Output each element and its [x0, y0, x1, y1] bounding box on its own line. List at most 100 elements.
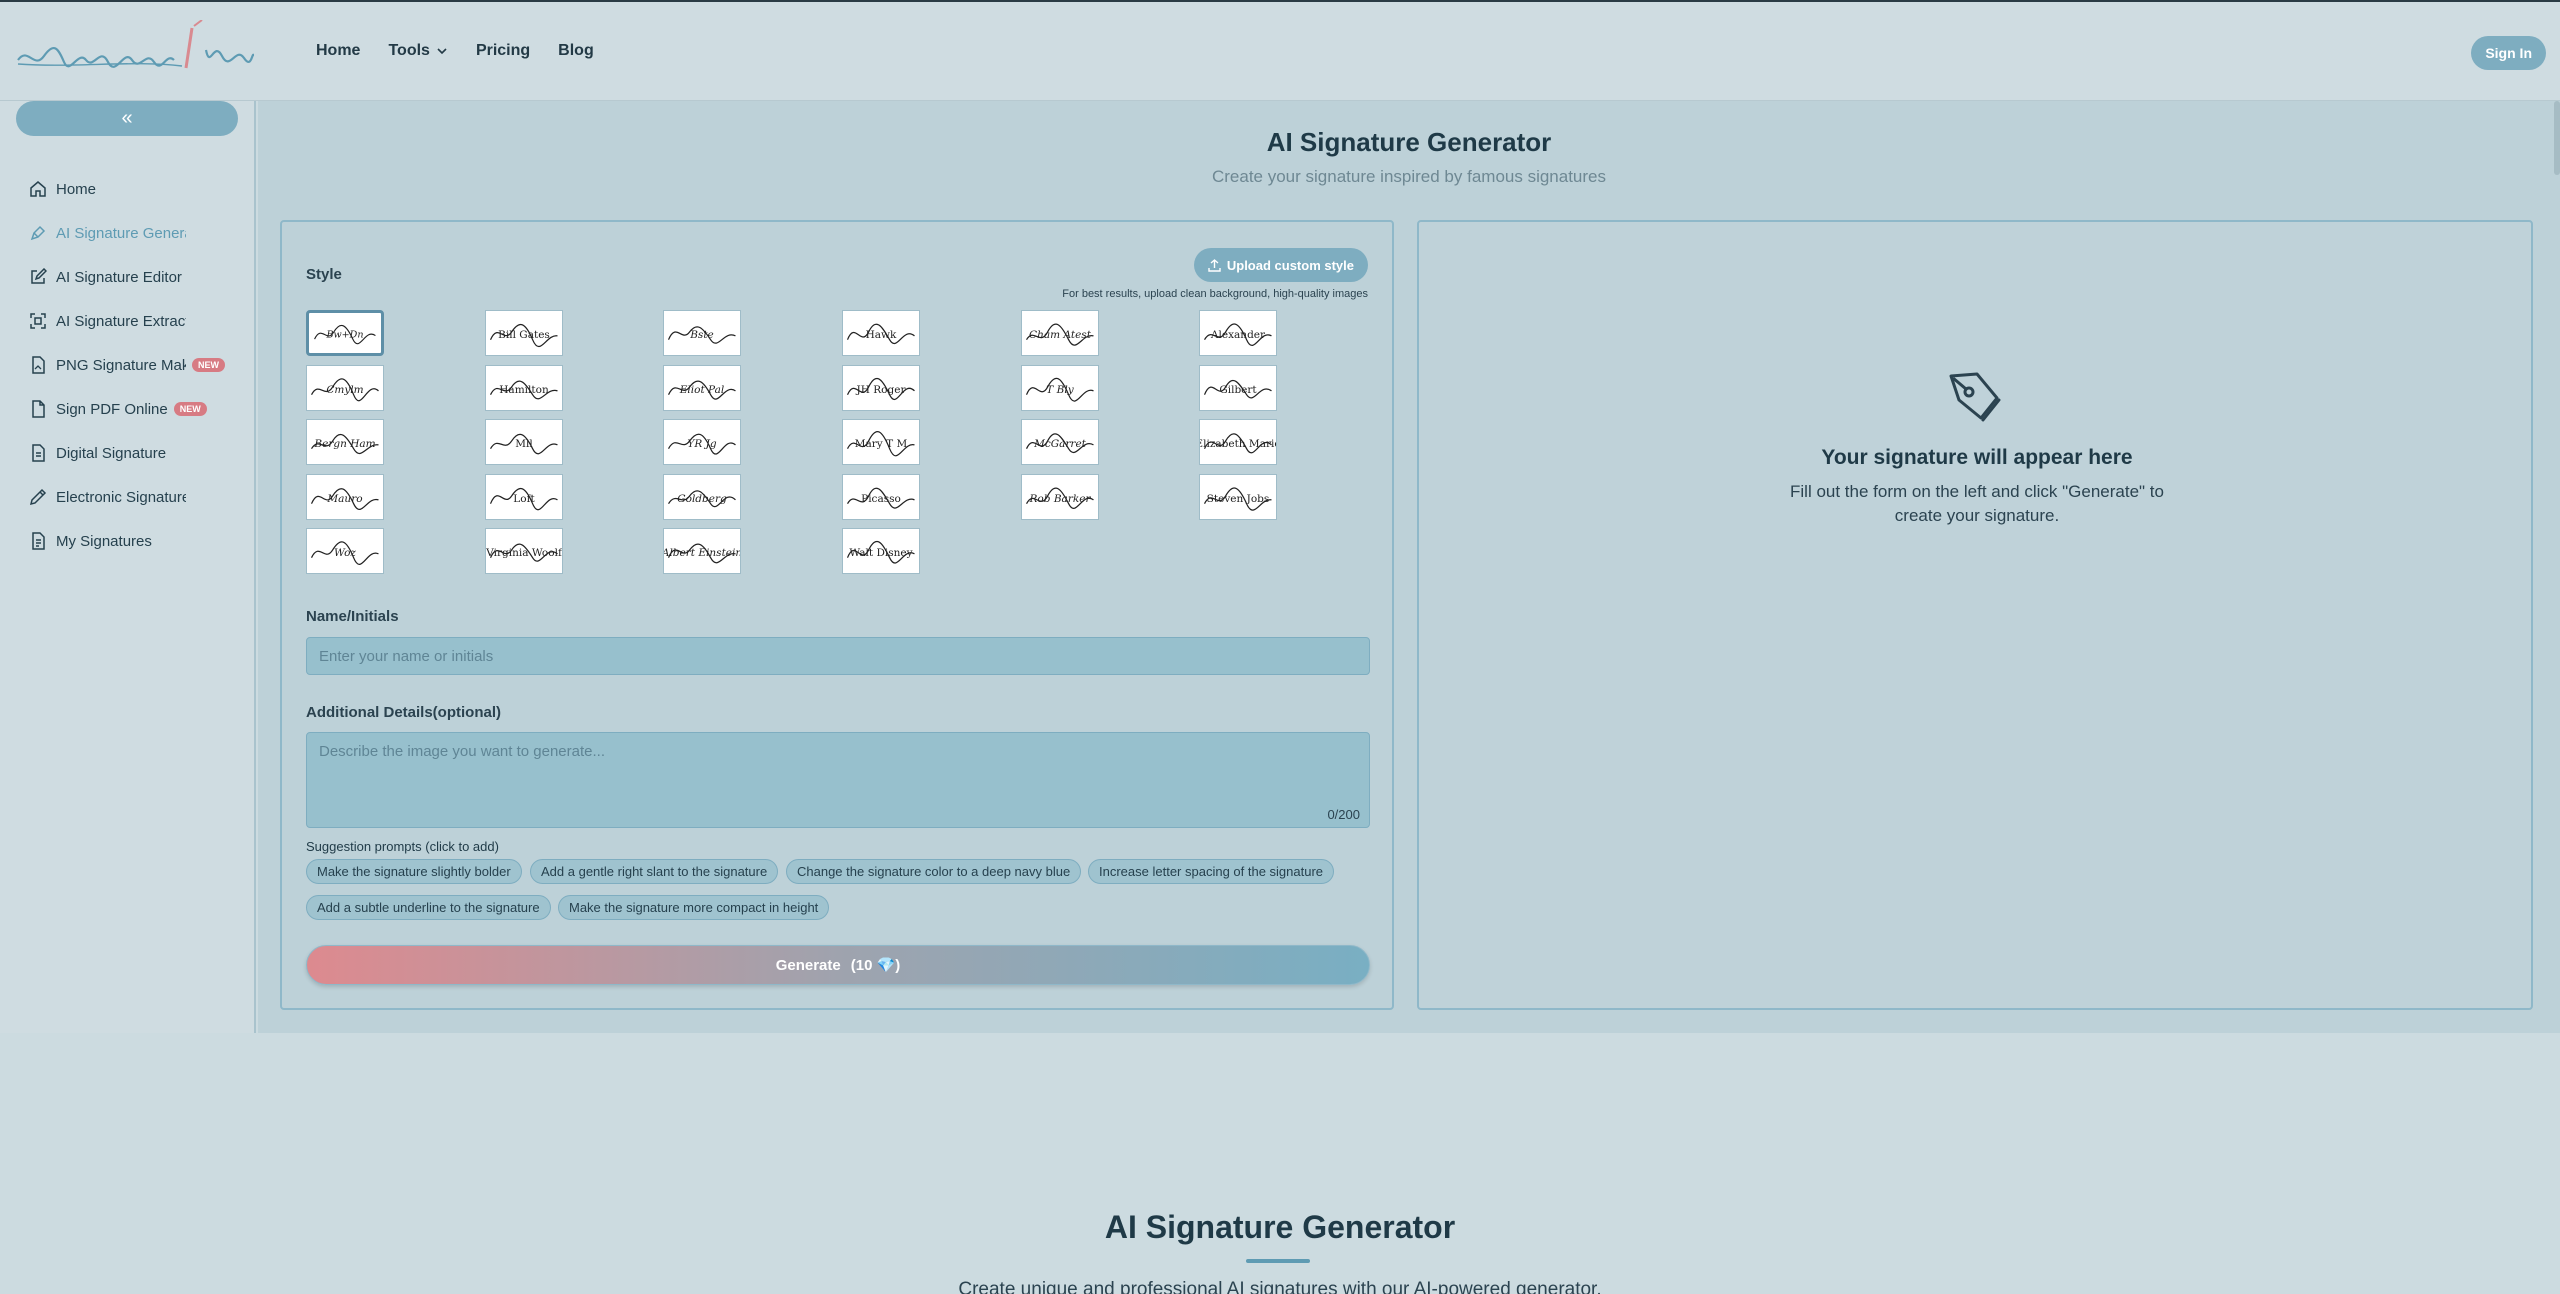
sidebar-collapse-button[interactable]: « [16, 101, 238, 136]
style-thumbnail[interactable]: Virginia Woolf [485, 528, 563, 574]
nav-blog-label: Blog [558, 42, 594, 59]
style-thumbnail[interactable]: Picasso [842, 474, 920, 520]
nav-pricing[interactable]: Pricing [476, 42, 530, 60]
intro-section: AI Signature Generator Create unique and… [0, 1033, 2560, 1294]
svg-text:Picasso: Picasso [861, 493, 901, 505]
sidebar-item-digital-signature[interactable]: Digital Signature [28, 431, 238, 475]
suggestion-chip[interactable]: Make the signature more compact in heigh… [558, 895, 830, 920]
style-thumbnail[interactable]: Hawk [842, 310, 920, 356]
svg-text:McGarret: McGarret [1033, 438, 1087, 450]
file-icon [28, 399, 48, 419]
sidebar-item-home[interactable]: Home [28, 167, 238, 211]
style-thumbnail[interactable]: Hamilton [485, 365, 563, 411]
signature-sample-image: Bergn Ham [310, 433, 379, 455]
style-thumbnail[interactable]: Rob Barker [1021, 474, 1099, 520]
sign-in-button[interactable]: Sign In [2471, 36, 2546, 70]
upload-icon [1208, 258, 1221, 272]
signature-sample-image: Mary T M [846, 431, 915, 457]
pen-nib-icon [1949, 372, 2001, 422]
style-thumbnail[interactable]: Bw+Dn [306, 310, 384, 356]
signature-sample-image: JH Roger [846, 377, 915, 401]
svg-text:Gilbert: Gilbert [1219, 384, 1257, 396]
svg-text:Bill Gates: Bill Gates [498, 329, 550, 341]
top-nav: Home Tools Pricing Blog [316, 42, 622, 60]
style-thumbnail[interactable]: Bste [663, 310, 741, 356]
sidebar-list: Home AI Signature Generator AI Signature… [28, 167, 238, 563]
sidebar-item-electronic-signature[interactable]: Electronic Signature [28, 475, 238, 519]
logo-signature-mark [17, 19, 256, 69]
svg-text:Walt Disney: Walt Disney [849, 547, 912, 559]
suggestion-chip[interactable]: Increase letter spacing of the signature [1088, 859, 1335, 884]
style-thumbnail[interactable]: Loft [485, 474, 563, 520]
style-thumbnail[interactable]: McGarret [1021, 419, 1099, 465]
sidebar: « Home AI Signature Generator AI Signatu… [0, 101, 256, 1033]
style-thumbnail[interactable]: Bergn Ham [306, 419, 384, 465]
sidebar-item-my-signatures[interactable]: My Signatures [28, 519, 238, 563]
nav-blog[interactable]: Blog [558, 42, 594, 60]
style-thumbnail[interactable]: YR Jg [663, 419, 741, 465]
style-thumbnail[interactable]: JH Roger [842, 365, 920, 411]
signature-sample-image: Woz [310, 541, 379, 565]
suggestion-chip[interactable]: Make the signature slightly bolder [306, 859, 522, 884]
char-counter: 0/200 [1327, 807, 1360, 822]
signature-sample-image: Hawk [846, 323, 915, 345]
signature-sample-image: T Bly [1025, 377, 1094, 402]
style-thumbnail[interactable]: Cham Atest [1021, 310, 1099, 356]
style-thumbnail[interactable]: Walt Disney [842, 528, 920, 574]
style-thumbnail[interactable]: Mary T M [842, 419, 920, 465]
sidebar-item-ai-signature-generator[interactable]: AI Signature Generator [28, 211, 238, 255]
svg-text:Mauro: Mauro [326, 493, 362, 505]
edit-icon [28, 267, 48, 287]
signature-sample-image: Cmylm [310, 378, 379, 402]
name-input[interactable] [306, 637, 1370, 675]
style-thumbnail[interactable]: Mll [485, 419, 563, 465]
style-thumbnail[interactable]: Bill Gates [485, 310, 563, 356]
style-thumbnail[interactable]: Elizabeth Marie [1199, 419, 1277, 465]
sidebar-item-ai-signature-editor[interactable]: AI Signature Editor [28, 255, 238, 299]
nav-tools-label: Tools [388, 42, 430, 59]
chevron-down-icon [437, 48, 447, 55]
signature-sample-image: Rob Barker [1025, 487, 1094, 509]
upload-button-label: Upload custom style [1226, 257, 1354, 273]
nav-tools[interactable]: Tools [388, 42, 447, 60]
generate-credits: (10 💎) [850, 957, 901, 974]
sidebar-item-label: AI Signature Extractor [56, 312, 186, 330]
svg-text:JH Roger: JH Roger [856, 384, 907, 396]
signature-sample-image: YR Jg [667, 433, 736, 455]
nav-home[interactable]: Home [316, 42, 360, 60]
style-thumbnail[interactable]: Cmylm [306, 365, 384, 411]
sidebar-item-label: My Signatures [56, 532, 152, 550]
signature-sample-image: Eliot Pal [667, 380, 736, 400]
svg-text:Elizabeth Marie: Elizabeth Marie [1200, 438, 1276, 450]
style-thumbnail[interactable]: Mauro [306, 474, 384, 520]
generate-button[interactable]: Generate (10 💎) [306, 945, 1370, 985]
signature-sample-image: Picasso [846, 487, 915, 509]
result-panel: Your signature will appear here Fill out… [1417, 220, 2533, 1010]
signature-sample-image: Bw+Dn [314, 324, 376, 345]
signature-sample-image: Cham Atest [1025, 323, 1094, 346]
style-thumbnail[interactable]: Gilbert [1199, 365, 1277, 411]
style-thumbnail[interactable]: Goldberg [663, 474, 741, 520]
upload-custom-style-button[interactable]: Upload custom style [1193, 248, 1368, 282]
style-thumbnail[interactable]: T Bly [1021, 365, 1099, 411]
signature-sample-image: Hamilton [489, 380, 558, 400]
sidebar-item-ai-signature-extractor[interactable]: AI Signature Extractor [28, 299, 238, 343]
sidebar-item-png-signature-maker[interactable]: PNG Signature Maker NEW [28, 343, 238, 387]
style-thumbnail[interactable]: Woz [306, 528, 384, 574]
suggestion-chip[interactable]: Add a subtle underline to the signature [306, 895, 551, 920]
svg-text:Mll: Mll [515, 438, 533, 450]
suggestion-chip[interactable]: Add a gentle right slant to the signatur… [530, 859, 779, 884]
signature-sample-image: Mauro [310, 488, 379, 511]
details-textarea[interactable] [306, 732, 1370, 828]
style-thumbnail[interactable]: Albert Einstein [663, 528, 741, 574]
sidebar-item-sign-pdf-online[interactable]: Sign PDF Online NEW [28, 387, 238, 431]
suggestion-chip[interactable]: Change the signature color to a deep nav… [786, 859, 1082, 884]
svg-text:Mary T M: Mary T M [855, 438, 908, 450]
page-scrollbar[interactable] [2554, 101, 2560, 175]
style-thumbnail[interactable]: Eliot Pal [663, 365, 741, 411]
style-thumbnail[interactable]: Steven Jobs [1199, 474, 1277, 520]
style-thumbnail[interactable]: Alexander [1199, 310, 1277, 356]
nav-pricing-label: Pricing [475, 42, 531, 59]
logo[interactable] [14, 19, 256, 86]
signature-sample-image: Virginia Woolf [486, 543, 562, 562]
